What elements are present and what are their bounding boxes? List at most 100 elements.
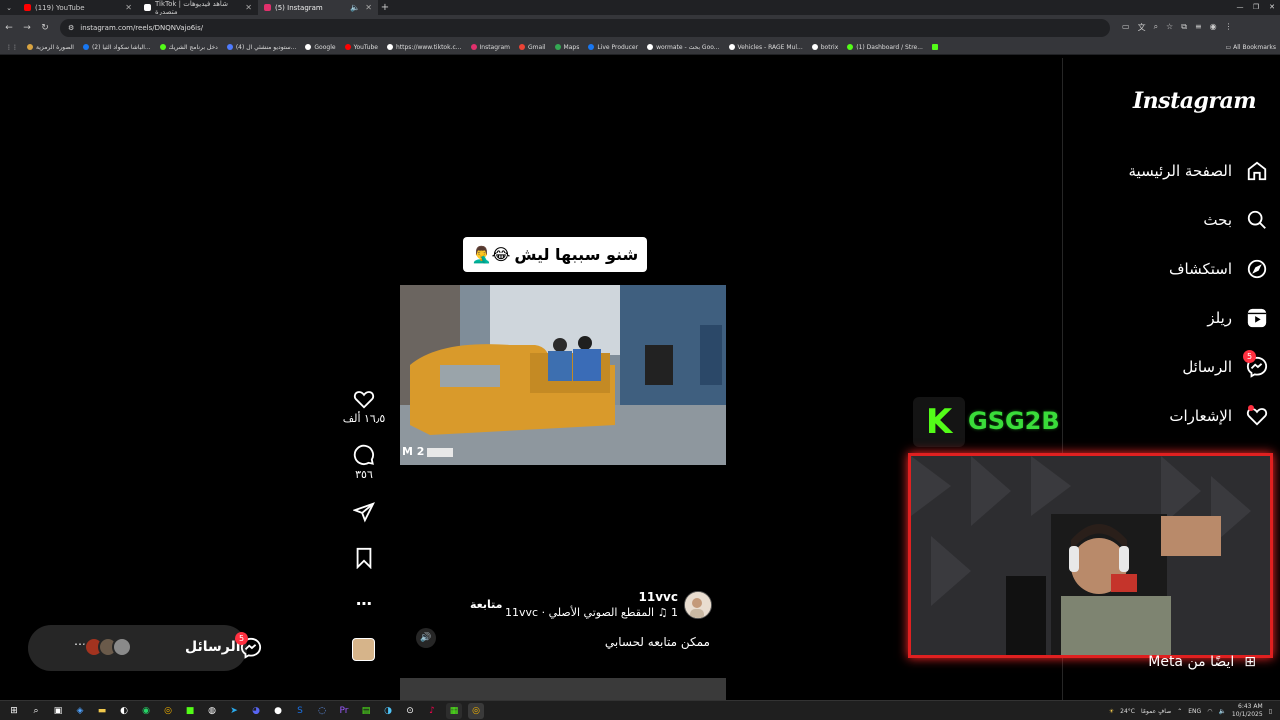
bookmark-item[interactable]: دخل برنامج الشريك: [159, 44, 218, 51]
app-icon[interactable]: ◍: [204, 703, 220, 719]
copilot-icon[interactable]: ◈: [72, 703, 88, 719]
cast-icon[interactable]: ▭: [1122, 22, 1130, 33]
bookmark-item[interactable]: botrix: [811, 44, 838, 51]
minimize-button[interactable]: —: [1232, 0, 1248, 15]
premiere-icon[interactable]: Pr: [336, 703, 352, 719]
bookmark-item[interactable]: Vehicles - RAGE Mul...: [728, 44, 803, 51]
language-indicator[interactable]: ENG: [1188, 708, 1201, 715]
tab-youtube[interactable]: (119) YouTube ✕: [18, 0, 138, 15]
comment-button[interactable]: ٣٥٦: [340, 444, 388, 481]
kick-bookmark-icon[interactable]: [931, 44, 938, 50]
bookmark-item[interactable]: Maps: [554, 44, 579, 51]
close-icon[interactable]: ✕: [245, 3, 252, 12]
audio-icon[interactable]: 🔈: [350, 3, 360, 12]
chrome-icon[interactable]: ◎: [160, 703, 176, 719]
close-window-button[interactable]: ✕: [1264, 0, 1280, 15]
tab-instagram[interactable]: (5) Instagram 🔈 ✕: [258, 0, 378, 15]
nav-label: الإشعارات: [1169, 407, 1232, 425]
reading-list-icon[interactable]: ≡: [1195, 22, 1202, 33]
restore-button[interactable]: ❐: [1248, 0, 1264, 15]
close-icon[interactable]: ✕: [365, 3, 372, 12]
like-button[interactable]: ١٦٫٥ ألف: [340, 388, 388, 425]
menu-icon[interactable]: ⋮: [1225, 22, 1233, 33]
messages-pill-label: الرسائل: [185, 639, 241, 655]
bookmark-star-icon[interactable]: ☆: [1166, 22, 1173, 33]
next-reel-preview[interactable]: [400, 678, 726, 700]
audio-thumbnail[interactable]: [352, 638, 375, 661]
messages-pill[interactable]: ⋯ الرسائل 5: [28, 625, 262, 671]
app-icon[interactable]: ◌: [314, 703, 330, 719]
kick-icon[interactable]: ■: [182, 703, 198, 719]
follow-button[interactable]: متابعة: [470, 598, 502, 611]
bookmark-item[interactable]: https://www.tiktok.c...: [386, 44, 462, 51]
back-button[interactable]: ←: [0, 23, 18, 33]
bookmark-item[interactable]: YouTube: [344, 44, 378, 51]
bookmark-item[interactable]: Instagram: [470, 44, 510, 51]
file-explorer-icon[interactable]: ▬: [94, 703, 110, 719]
telegram-icon[interactable]: ➤: [226, 703, 242, 719]
share-button[interactable]: [340, 501, 388, 523]
all-bookmarks-button[interactable]: ▭ All Bookmarks: [1226, 40, 1276, 54]
clock[interactable]: 6:43 AM 10/1/2025: [1232, 703, 1263, 719]
nav-home[interactable]: الصفحة الرئيسية: [1070, 151, 1270, 191]
instagram-logo[interactable]: Instagram: [1133, 88, 1257, 114]
obs-icon[interactable]: ●: [270, 703, 286, 719]
nav-search[interactable]: بحث: [1070, 200, 1270, 240]
tab-tiktok[interactable]: TikTok | شاهد فيديوهات متصدرة ✕: [138, 0, 258, 16]
bookmark-item[interactable]: Gmail: [519, 44, 546, 51]
whatsapp-icon[interactable]: ◉: [138, 703, 154, 719]
author-username[interactable]: 11vvc: [639, 590, 678, 604]
wifi-icon[interactable]: ◠: [1207, 708, 1212, 715]
search-icon[interactable]: ⌕: [28, 703, 44, 719]
forward-button[interactable]: →: [18, 23, 36, 33]
app-icon[interactable]: ▦: [446, 702, 462, 719]
close-icon[interactable]: ✕: [125, 3, 132, 12]
bookmark-item[interactable]: الصورة الرمزية: [27, 44, 74, 51]
windows-start-icon[interactable]: ⊞: [6, 703, 22, 719]
reload-button[interactable]: ↻: [36, 23, 54, 33]
app-icon[interactable]: ⊙: [402, 703, 418, 719]
bookmark-item[interactable]: (1) Dashboard / Stre...: [847, 44, 923, 51]
nav-messages[interactable]: الرسائل 5: [1070, 347, 1270, 387]
url-field[interactable]: ⚙ instagram.com/reels/DNQNVajo6is/: [60, 18, 1110, 37]
notifications-icon[interactable]: ▯: [1269, 708, 1272, 715]
extensions-icon[interactable]: ⧉: [1181, 22, 1187, 33]
tab-search-icon[interactable]: ⌄: [0, 4, 18, 12]
discord-icon[interactable]: ◕: [248, 703, 264, 719]
heart-icon: [353, 391, 375, 409]
bookmark-item[interactable]: Google: [305, 44, 336, 51]
tab-label: TikTok | شاهد فيديوهات متصدرة: [154, 0, 228, 16]
tiktok-icon[interactable]: ♪: [424, 703, 440, 719]
bookmark-item[interactable]: (4) ستوديو منشئي ال...: [226, 44, 296, 51]
nav-reels[interactable]: ريلز: [1070, 298, 1270, 338]
translate-icon[interactable]: 文: [1138, 22, 1146, 33]
author-avatar[interactable]: [684, 591, 712, 619]
nav-notifications[interactable]: الإشعارات: [1070, 396, 1270, 436]
nav-explore[interactable]: استكشاف: [1070, 249, 1270, 289]
volume-icon[interactable]: 🔈: [1218, 708, 1225, 715]
bookmark-item[interactable]: Live Producer: [588, 44, 638, 51]
profile-icon[interactable]: ◉: [1210, 22, 1217, 33]
bookmark-item[interactable]: wormate - بحث Goo...: [647, 44, 720, 51]
apps-icon[interactable]: ⋮⋮: [6, 44, 18, 51]
weather-temp: 24°C: [1120, 707, 1135, 715]
new-tab-button[interactable]: +: [378, 2, 392, 13]
reel-caption-box: شنو سببها ليش 😂🤦‍♂️: [463, 237, 647, 272]
tray-arrow-icon[interactable]: ⌃: [1177, 708, 1182, 715]
reel-video[interactable]: M 2: [400, 285, 726, 465]
zoom-icon[interactable]: ⌕: [1154, 22, 1158, 33]
mute-button[interactable]: 🔊: [416, 628, 436, 648]
save-button[interactable]: [340, 547, 388, 569]
also-from-meta[interactable]: ⊞ ايضًا من Meta: [1148, 654, 1256, 670]
chrome-active-icon[interactable]: ◎: [468, 702, 484, 719]
audio-link[interactable]: 1 ♫ المقطع الصوتي الأصلي · 11vvc: [505, 606, 678, 619]
app-icon[interactable]: ◐: [116, 703, 132, 719]
nav-label: استكشاف: [1168, 260, 1232, 278]
app-icon[interactable]: ▤: [358, 703, 374, 719]
site-info-icon[interactable]: ⚙: [68, 24, 74, 32]
task-view-icon[interactable]: ▣: [50, 703, 66, 719]
app-icon[interactable]: S: [292, 703, 308, 719]
edge-icon[interactable]: ◑: [380, 703, 396, 719]
bookmark-item[interactable]: (2) الباشا سكواد الثيا...: [82, 44, 151, 51]
more-options-button[interactable]: ⋯: [340, 594, 388, 613]
